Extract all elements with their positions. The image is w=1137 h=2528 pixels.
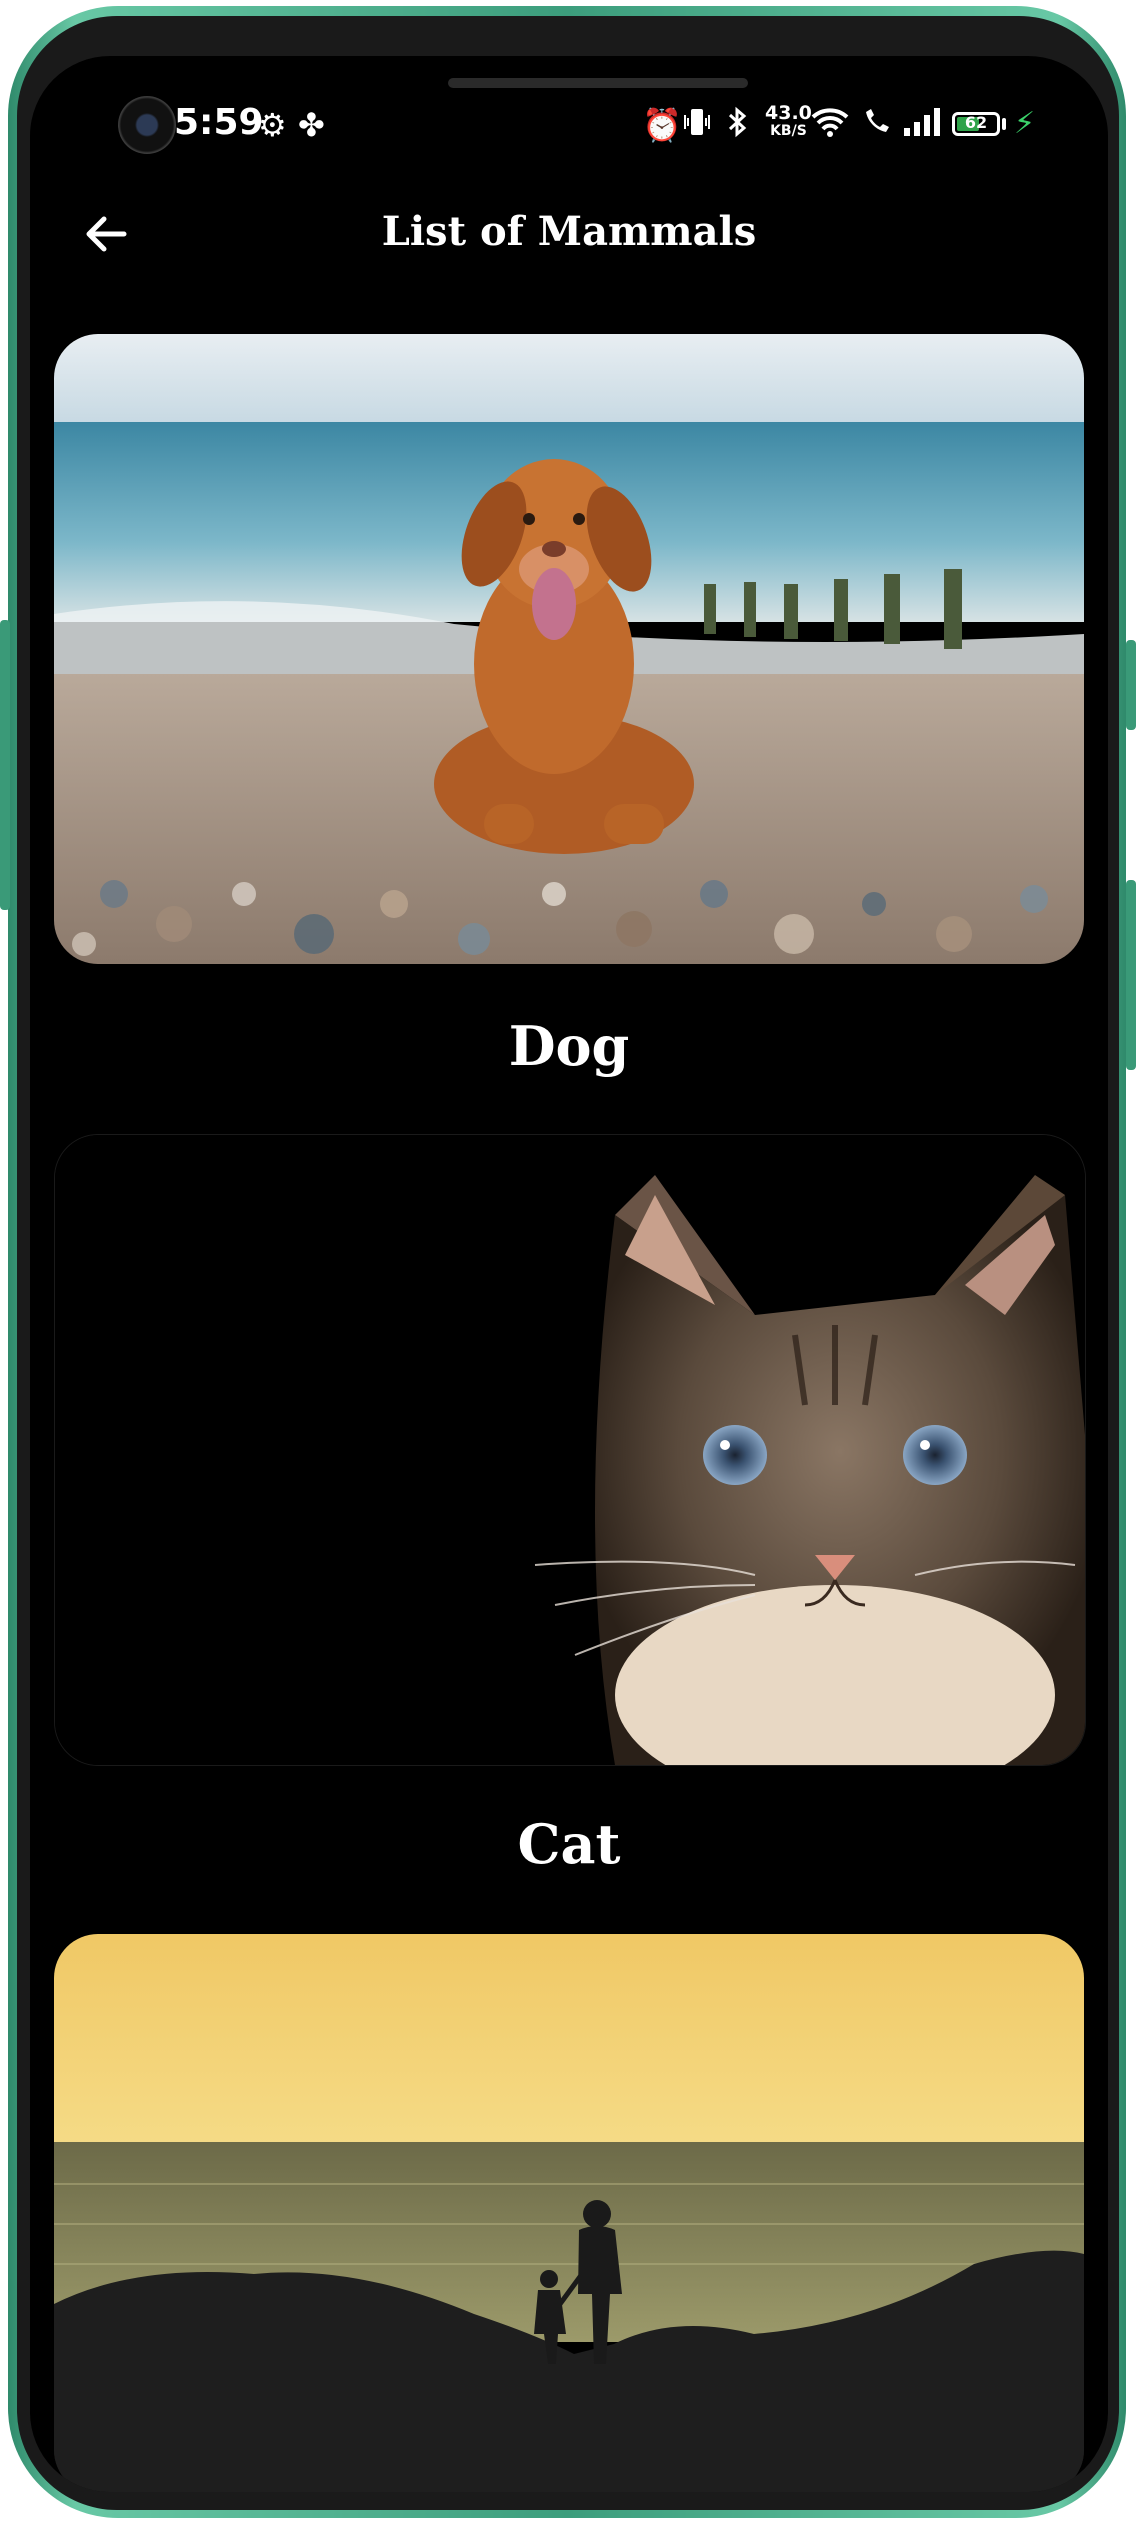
mammal-name-cat: Cat [517, 1812, 621, 1876]
mammal-card-dog[interactable] [54, 334, 1084, 964]
sunset-image [54, 1934, 1084, 2492]
wifi-calling-icon [860, 106, 892, 146]
wifi-icon [810, 106, 850, 146]
network-speed-unit: KB/S [770, 123, 807, 139]
mammal-card-cat[interactable] [54, 1134, 1086, 1766]
alarm-icon: ⏰ [642, 106, 682, 144]
front-camera [118, 96, 176, 154]
charging-bolt-icon: ⚡ [1014, 106, 1036, 141]
status-time: 5:59 [174, 102, 264, 143]
battery-icon: 62 [952, 112, 1000, 136]
bluetooth-icon [722, 106, 752, 146]
vibrate-icon [682, 106, 712, 146]
cat-image [55, 1135, 1085, 1765]
settings-gear-icon: ⚙ [258, 106, 287, 144]
right-side-button [1126, 640, 1136, 730]
battery-cap [1002, 118, 1006, 130]
left-side-button [0, 620, 10, 910]
mammal-card-sunset[interactable] [54, 1934, 1084, 2492]
mammal-name-dog: Dog [508, 1014, 630, 1078]
fan-icon: ✤ [298, 106, 325, 144]
dog-image [54, 334, 1084, 964]
app-screen: 5:59 ⚙ ✤ ⏰ 43.0 KB/S 62 ⚡ List of Mammal… [30, 56, 1108, 2492]
network-speed: 43.0 KB/S [765, 104, 812, 140]
network-speed-value: 43.0 [765, 102, 812, 124]
status-bar: 5:59 ⚙ ✤ ⏰ 43.0 KB/S 62 ⚡ [30, 56, 1108, 196]
battery-level: 62 [964, 113, 988, 132]
page-title: List of Mammals [381, 208, 757, 255]
signal-strength-icon [902, 106, 942, 146]
right-power-button [1126, 880, 1136, 1070]
